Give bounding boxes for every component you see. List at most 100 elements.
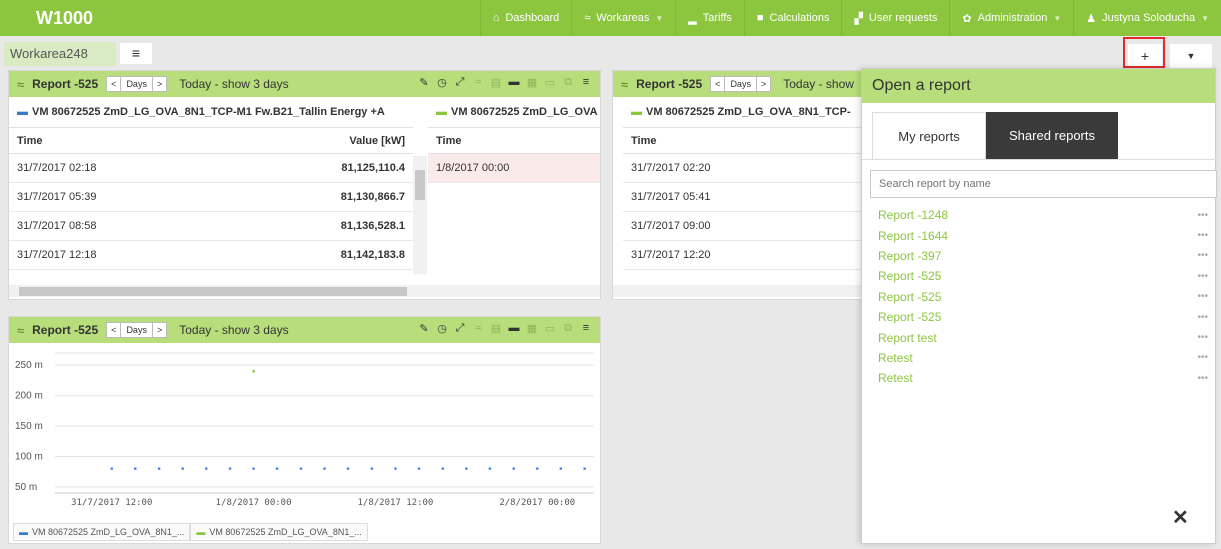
nav-item-workareas[interactable]: ≈ Workareas ▼ <box>571 0 675 36</box>
table-row[interactable]: 31/7/2017 05:39 81,130,866.7 <box>9 183 413 212</box>
more-options-icon[interactable]: ••• <box>1197 271 1208 282</box>
chevron-down-icon[interactable]: ▼ <box>1170 44 1212 69</box>
data-point[interactable] <box>110 467 113 470</box>
period-select[interactable]: Days <box>725 76 756 92</box>
table-row[interactable]: 31/7/2017 12:20 <box>623 241 863 270</box>
data-point[interactable] <box>252 467 255 470</box>
more-options-icon[interactable]: ••• <box>1197 291 1208 302</box>
more-options-icon[interactable]: ••• <box>1197 373 1208 384</box>
tab-shared-reports[interactable]: Shared reports <box>986 112 1118 160</box>
expand-icon[interactable]: ⤢ <box>454 322 466 335</box>
copy-icon[interactable]: ⧉ <box>562 76 574 89</box>
data-point[interactable] <box>181 467 184 470</box>
nav-item-administration[interactable]: ✿ Administration ▼ <box>949 0 1073 36</box>
report-list-item[interactable]: Report test ••• <box>878 327 1208 347</box>
nav-item-dashboard[interactable]: ⌂ Dashboard <box>479 0 571 36</box>
table-row[interactable]: 31/7/2017 12:18 81,142,183.8 <box>9 241 413 270</box>
chart-icon[interactable]: ≈ <box>472 76 484 89</box>
data-point[interactable] <box>346 467 350 470</box>
col-value[interactable]: Value [kW] <box>349 135 405 147</box>
clock-icon[interactable]: ◷ <box>436 76 448 89</box>
prev-period-button[interactable]: < <box>710 76 726 92</box>
report-list-item[interactable]: Report -397 ••• <box>878 246 1208 266</box>
vertical-scrollbar[interactable] <box>413 156 427 274</box>
report-list-item[interactable]: Report -525 ••• <box>878 287 1208 307</box>
report-title[interactable]: Report -525 <box>32 323 98 337</box>
data-point[interactable] <box>488 467 492 470</box>
more-options-icon[interactable]: ••• <box>1197 332 1208 343</box>
more-options-icon[interactable]: ••• <box>1197 230 1208 241</box>
data-point[interactable] <box>441 467 444 470</box>
range-label[interactable]: Today - show <box>783 77 854 91</box>
data-point[interactable] <box>134 467 137 470</box>
prev-period-button[interactable]: < <box>106 76 122 92</box>
brand-logo[interactable]: W1000 <box>36 8 93 29</box>
report-list-item[interactable]: Retest ••• <box>878 348 1208 368</box>
report-name[interactable]: Report test <box>878 331 937 345</box>
more-options-icon[interactable]: ••• <box>1197 210 1208 221</box>
report-title[interactable]: Report -525 <box>32 77 98 91</box>
table-row[interactable]: 1/8/2017 00:00 <box>428 154 600 183</box>
data-point[interactable] <box>370 467 374 470</box>
data-point[interactable] <box>465 467 468 470</box>
report-name[interactable]: Report -525 <box>878 269 941 283</box>
next-period-button[interactable]: > <box>151 76 168 92</box>
nav-item-justyna-soloducha[interactable]: ♟ Justyna Soloducha ▼ <box>1073 0 1221 36</box>
report-name[interactable]: Report -525 <box>878 310 941 324</box>
data-point[interactable] <box>394 467 397 470</box>
nav-item-tariffs[interactable]: ▂ Tariffs <box>675 0 744 36</box>
more-options-icon[interactable]: ••• <box>1197 250 1208 261</box>
report-name[interactable]: Report -1644 <box>878 229 948 243</box>
search-report-input[interactable] <box>870 170 1217 198</box>
report-list-item[interactable]: Report -525 ••• <box>878 266 1208 286</box>
period-select[interactable]: Days <box>121 76 152 92</box>
report-list-item[interactable]: Report -1248 ••• <box>878 205 1208 225</box>
table-row[interactable]: 31/7/2017 02:20 <box>623 154 863 183</box>
table-row[interactable]: 31/7/2017 09:00 <box>623 212 863 241</box>
table-icon[interactable]: ▤ <box>490 322 502 335</box>
range-label[interactable]: Today - show 3 days <box>179 323 288 337</box>
grid-icon[interactable]: ▦ <box>526 76 538 89</box>
horizontal-scrollbar[interactable] <box>613 285 863 297</box>
legend-item[interactable]: ▬ VM 80672525 ZmD_LG_OVA_8N1_... <box>13 523 191 541</box>
expand-icon[interactable]: ⤢ <box>454 76 466 89</box>
report-name[interactable]: Report -525 <box>878 290 941 304</box>
data-point[interactable] <box>157 467 161 470</box>
report-name[interactable]: Report -1248 <box>878 208 948 222</box>
more-options-icon[interactable]: ••• <box>1197 352 1208 363</box>
legend-item[interactable]: ▬ VM 80672525 ZmD_LG_OVA_8N1_... <box>190 523 368 541</box>
report-name[interactable]: Retest <box>878 371 913 385</box>
nav-item-calculations[interactable]: ■ Calculations <box>743 0 842 36</box>
more-options-icon[interactable]: ••• <box>1197 312 1208 323</box>
table-icon[interactable]: ▤ <box>490 76 502 89</box>
data-point[interactable] <box>323 467 326 470</box>
period-select[interactable]: Days <box>121 322 152 338</box>
prev-period-button[interactable]: < <box>106 322 122 338</box>
close-icon[interactable]: ✕ <box>1172 505 1189 530</box>
range-label[interactable]: Today - show 3 days <box>179 77 288 91</box>
next-period-button[interactable]: > <box>151 322 168 338</box>
data-point[interactable] <box>299 467 303 470</box>
data-point[interactable] <box>536 467 539 470</box>
database-icon[interactable]: ▬ <box>508 76 520 89</box>
data-point[interactable] <box>512 467 515 470</box>
database-icon[interactable]: ▬ <box>508 322 520 335</box>
col-time[interactable]: Time <box>17 135 42 147</box>
edit-icon[interactable]: ✎ <box>418 76 430 89</box>
clock-icon[interactable]: ◷ <box>436 322 448 335</box>
data-point[interactable] <box>228 467 232 470</box>
workarea-tab[interactable]: Workarea248 <box>4 42 116 66</box>
data-point[interactable] <box>583 467 586 470</box>
report-list-item[interactable]: Retest ••• <box>878 368 1208 388</box>
data-point[interactable] <box>205 467 208 470</box>
tab-my-reports[interactable]: My reports <box>872 112 986 160</box>
horizontal-scrollbar[interactable] <box>9 285 600 297</box>
report-name[interactable]: Retest <box>878 351 913 365</box>
menu-icon[interactable]: ≡ <box>580 76 592 89</box>
grid-icon[interactable]: ▦ <box>526 322 538 335</box>
nav-item-user-requests[interactable]: ▞ User requests <box>841 0 949 36</box>
data-point[interactable] <box>417 467 421 470</box>
table-row[interactable]: 31/7/2017 08:58 81,136,528.1 <box>9 212 413 241</box>
report-list-item[interactable]: Report -1644 ••• <box>878 225 1208 245</box>
data-point[interactable] <box>275 467 279 470</box>
